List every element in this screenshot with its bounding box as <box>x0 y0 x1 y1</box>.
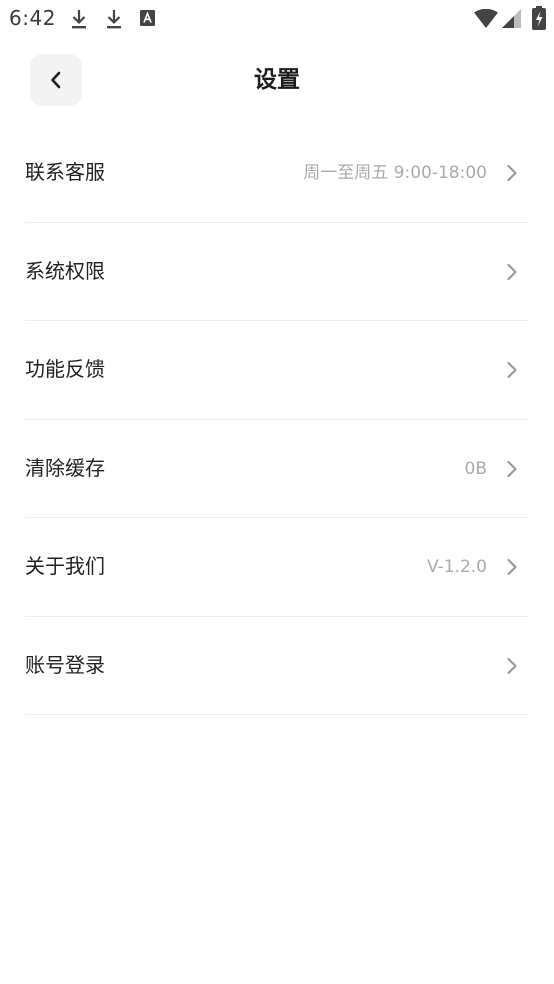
settings-item-label: 清除缓存 <box>25 455 105 480</box>
chevron-right-icon <box>507 164 517 182</box>
status-bar: 6:42 <box>0 0 554 38</box>
service-hours-value: 周一至周五 9:00-18:00 <box>303 163 487 183</box>
chevron-right-icon <box>507 558 517 576</box>
page-title: 设置 <box>254 67 300 93</box>
chevron-right-icon <box>507 460 517 477</box>
settings-item-label: 关于我们 <box>25 554 105 578</box>
settings-item-label: 系统权限 <box>25 258 105 283</box>
wifi-icon <box>474 9 498 28</box>
font-app-icon <box>140 10 155 26</box>
cellular-signal-icon <box>502 9 521 28</box>
settings-item-about-us[interactable]: 关于我们 V-1.2.0 <box>25 518 528 617</box>
status-time: 6:42 <box>9 6 56 30</box>
settings-item-label: 功能反馈 <box>25 357 105 381</box>
chevron-right-icon <box>507 657 517 674</box>
cache-size-value: 0B <box>464 458 487 479</box>
app-version-value: V-1.2.0 <box>426 557 487 577</box>
settings-item-label: 账号登录 <box>25 652 105 677</box>
settings-item-customer-service[interactable]: 联系客服 周一至周五 9:00-18:00 <box>25 124 528 223</box>
settings-item-account-login[interactable]: 账号登录 <box>25 617 528 715</box>
battery-charging-icon <box>532 6 546 30</box>
settings-item-system-permissions[interactable]: 系统权限 <box>25 223 528 321</box>
download-icon <box>107 10 121 29</box>
settings-list: 联系客服 周一至周五 9:00-18:00 系统权限 功能反馈 清除缓存 0B … <box>25 124 528 715</box>
download-icon <box>72 10 86 29</box>
settings-item-clear-cache[interactable]: 清除缓存 0B <box>25 420 528 518</box>
chevron-right-icon <box>507 361 517 379</box>
settings-item-label: 联系客服 <box>25 160 105 184</box>
chevron-right-icon <box>507 263 517 280</box>
settings-item-feedback[interactable]: 功能反馈 <box>25 321 528 420</box>
